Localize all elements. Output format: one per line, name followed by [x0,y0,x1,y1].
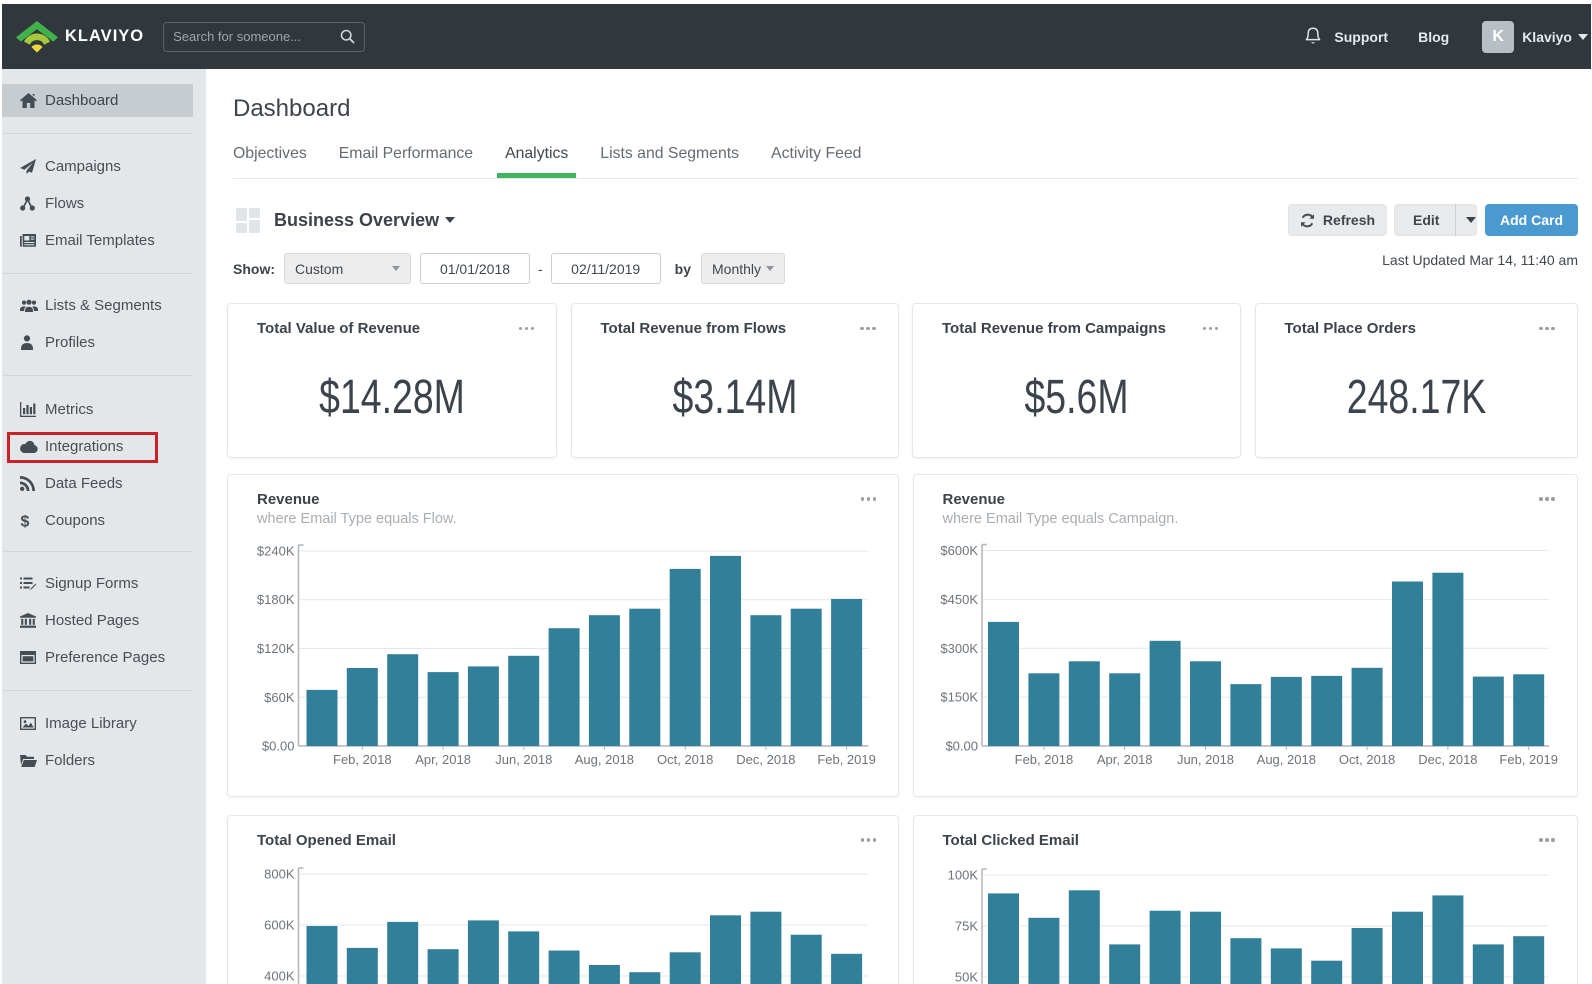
svg-text:Apr, 2018: Apr, 2018 [415,752,471,767]
svg-text:$240K: $240K [257,543,295,558]
svg-text:Feb, 2019: Feb, 2019 [817,752,876,767]
svg-text:$180K: $180K [257,592,295,607]
svg-text:$0.00: $0.00 [945,738,978,753]
svg-text:$600K: $600K [940,543,978,558]
svg-text:600K: 600K [264,917,295,932]
svg-text:400K: 400K [264,968,295,983]
svg-text:Jun, 2018: Jun, 2018 [1176,752,1233,767]
svg-text:Aug, 2018: Aug, 2018 [1256,752,1315,767]
svg-text:Feb, 2018: Feb, 2018 [1014,752,1073,767]
svg-text:$120K: $120K [257,641,295,656]
svg-text:$150K: $150K [940,689,978,704]
svg-text:$0.00: $0.00 [262,738,295,753]
svg-text:Apr, 2018: Apr, 2018 [1096,752,1152,767]
svg-text:Jun, 2018: Jun, 2018 [495,752,552,767]
svg-text:Dec, 2018: Dec, 2018 [1418,752,1477,767]
svg-text:Feb, 2018: Feb, 2018 [333,752,392,767]
svg-text:$: $ [21,514,30,530]
svg-text:50K: 50K [954,969,977,984]
svg-text:$300K: $300K [940,640,978,655]
svg-text:Aug, 2018: Aug, 2018 [575,752,634,767]
svg-text:Dec, 2018: Dec, 2018 [736,752,795,767]
svg-text:75K: 75K [954,918,977,933]
svg-text:Oct, 2018: Oct, 2018 [1338,752,1394,767]
svg-text:Oct, 2018: Oct, 2018 [657,752,713,767]
svg-text:100K: 100K [947,867,978,882]
svg-text:Feb, 2019: Feb, 2019 [1499,752,1558,767]
svg-text:$60K: $60K [264,689,295,704]
svg-text:$450K: $450K [940,591,978,606]
svg-text:800K: 800K [264,866,295,881]
